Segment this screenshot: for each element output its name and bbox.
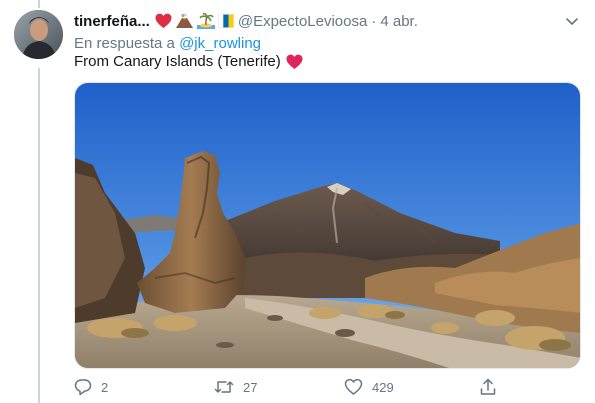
thread-line-top bbox=[38, 0, 40, 8]
share-icon bbox=[480, 378, 496, 395]
chevron-down-icon[interactable] bbox=[563, 12, 581, 30]
retweet-button[interactable]: 27 bbox=[214, 378, 257, 396]
retweet-count: 27 bbox=[243, 379, 258, 395]
reply-button[interactable]: 2 bbox=[74, 378, 108, 396]
volcano-icon bbox=[175, 13, 193, 28]
reply-icon bbox=[74, 379, 92, 396]
tweet-text-content: From Canary Islands (Tenerife) bbox=[74, 53, 281, 70]
reply-context: En respuesta a @jk_rowling bbox=[74, 35, 261, 52]
like-count: 429 bbox=[372, 379, 394, 395]
tweet-photo[interactable] bbox=[74, 82, 581, 369]
user-handle[interactable]: @ExpectoLevioosa bbox=[238, 13, 367, 30]
share-button[interactable] bbox=[479, 378, 497, 396]
retweet-icon bbox=[214, 381, 234, 393]
heart-outline-icon bbox=[344, 378, 363, 395]
red-heart-icon bbox=[286, 54, 303, 69]
thread-line bbox=[38, 68, 40, 403]
reply-mention-link[interactable]: @jk_rowling bbox=[179, 35, 261, 52]
reply-count: 2 bbox=[101, 379, 109, 395]
canary-islands-flag-icon bbox=[217, 13, 234, 28]
tweet-actions: 2 27 429 bbox=[74, 378, 504, 398]
display-name[interactable]: tinerfeña... bbox=[74, 13, 150, 30]
red-heart-icon bbox=[155, 13, 172, 28]
avatar-photo bbox=[14, 10, 63, 59]
like-button[interactable]: 429 bbox=[344, 378, 394, 396]
timestamp[interactable]: 4 abr. bbox=[380, 13, 418, 30]
reply-prefix: En respuesta a bbox=[74, 35, 175, 52]
tweet-header: tinerfeña... @ExpectoLevioosa · 4 abr. bbox=[74, 10, 585, 32]
avatar[interactable] bbox=[14, 10, 63, 59]
desert-island-icon bbox=[196, 13, 215, 29]
name-emojis bbox=[155, 13, 234, 29]
separator-dot: · bbox=[371, 12, 377, 30]
tweet-text: From Canary Islands (Tenerife) bbox=[74, 52, 303, 72]
teide-landscape-image bbox=[75, 83, 580, 368]
